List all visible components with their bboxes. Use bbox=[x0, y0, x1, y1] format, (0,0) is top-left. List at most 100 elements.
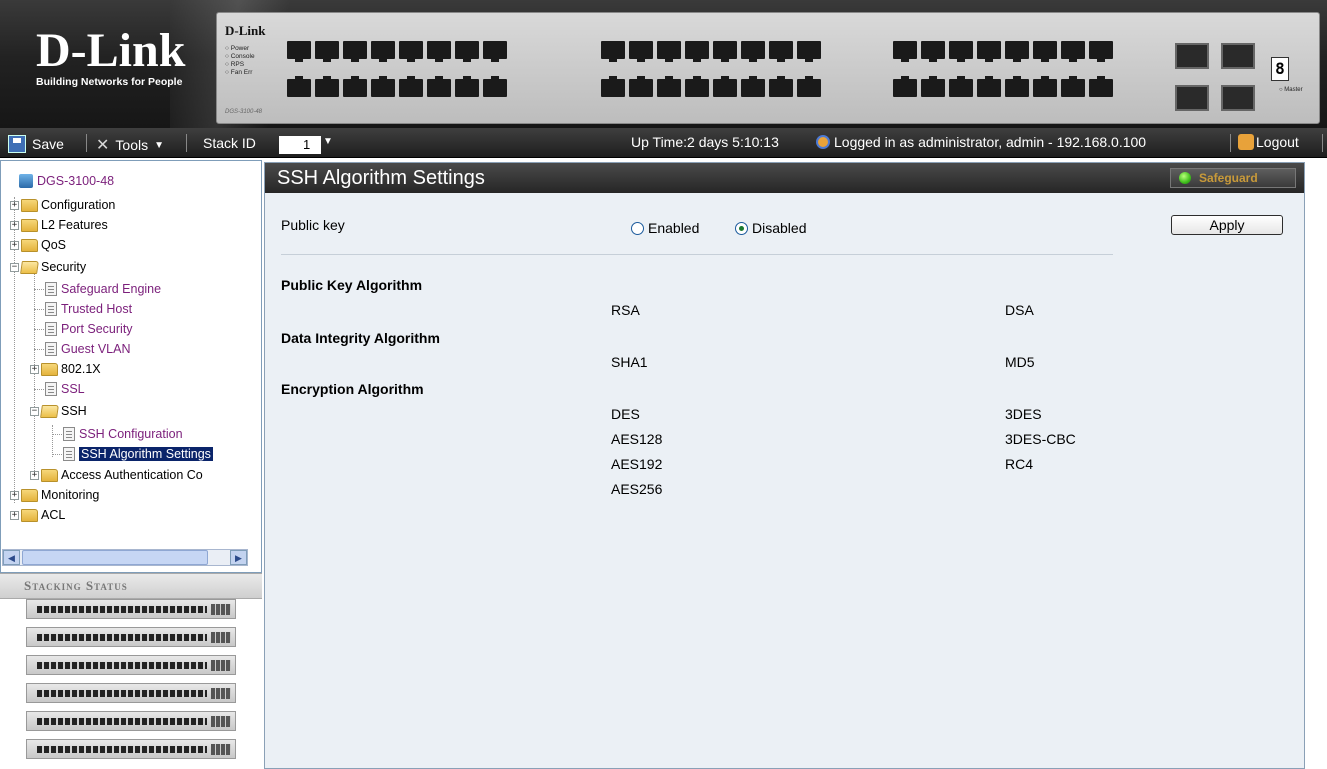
section-heading: Data Integrity Algorithm bbox=[281, 330, 440, 346]
stack-id-select[interactable]: 1 bbox=[279, 136, 321, 154]
tree-horizontal-scrollbar[interactable]: ◀ ▶ bbox=[2, 549, 248, 566]
logout-button[interactable]: Logout bbox=[1238, 134, 1299, 150]
divider bbox=[281, 254, 1113, 255]
folder-icon bbox=[21, 488, 38, 502]
tree-item-security[interactable]: − Security bbox=[10, 259, 86, 275]
tree-item-configuration[interactable]: + Configuration bbox=[10, 197, 115, 213]
page-title-bar: SSH Algorithm Settings Safeguard bbox=[265, 163, 1304, 193]
tree-item-ssh-configuration[interactable]: SSH Configuration bbox=[63, 426, 183, 442]
tree-item-ssh-algorithm-settings[interactable]: SSH Algorithm Settings bbox=[63, 446, 213, 462]
user-icon bbox=[816, 135, 830, 149]
tree-item-qos[interactable]: + QoS bbox=[10, 237, 66, 253]
led-rps: ○ RPS bbox=[225, 61, 245, 68]
algorithm-md5: MD5 bbox=[1005, 354, 1035, 370]
tree-item-port-security[interactable]: Port Security bbox=[45, 321, 133, 337]
open-folder-icon bbox=[40, 404, 59, 418]
login-info: Logged in as administrator, admin - 192.… bbox=[816, 134, 1146, 150]
tools-icon: ✕ bbox=[96, 137, 110, 154]
switch-front-panel: D-Link ○ Power ○ Console ○ RPS ○ Fan Err… bbox=[216, 12, 1320, 124]
scrollbar-thumb[interactable] bbox=[22, 550, 208, 565]
port-group-1 bbox=[287, 27, 507, 97]
radio-icon[interactable] bbox=[631, 222, 644, 235]
tree-item-access-authentication[interactable]: + Access Authentication Co bbox=[30, 467, 203, 483]
public-key-disabled-radio[interactable]: Disabled bbox=[735, 220, 806, 236]
scroll-right-icon[interactable]: ▶ bbox=[230, 550, 247, 565]
stack-unit[interactable] bbox=[26, 739, 236, 759]
page-icon bbox=[63, 447, 75, 461]
folder-icon bbox=[21, 238, 38, 252]
save-icon bbox=[8, 135, 26, 153]
algorithm-rc4: RC4 bbox=[1005, 456, 1034, 472]
sfp-port bbox=[1221, 43, 1255, 69]
uptime-text: Up Time:2 days 5:10:13 bbox=[631, 134, 779, 150]
tree-item-802-1x[interactable]: +802.1X bbox=[30, 361, 101, 377]
algorithm-dsa: DSA bbox=[1005, 302, 1034, 318]
folder-icon bbox=[21, 508, 38, 522]
tree-root[interactable]: DGS-3100-48 bbox=[19, 173, 114, 189]
page-icon bbox=[45, 282, 57, 296]
save-button[interactable]: Save bbox=[8, 135, 64, 153]
collapse-icon[interactable]: − bbox=[30, 406, 39, 416]
sfp-port bbox=[1221, 85, 1255, 111]
status-led-icon bbox=[1179, 172, 1191, 184]
switch-icon bbox=[19, 174, 33, 188]
expand-icon[interactable]: + bbox=[10, 220, 19, 230]
stack-unit[interactable] bbox=[26, 683, 236, 703]
section-heading: Encryption Algorithm bbox=[281, 381, 424, 397]
stacking-status-title: Stacking Status bbox=[0, 573, 262, 599]
tree-item-ssh[interactable]: − SSH bbox=[30, 403, 87, 419]
stacking-status-panel: Stacking Status bbox=[0, 573, 262, 769]
tree-item-monitoring[interactable]: + Monitoring bbox=[10, 487, 99, 503]
expand-icon[interactable]: + bbox=[10, 240, 19, 250]
section-heading: Public Key Algorithm bbox=[281, 277, 423, 293]
expand-icon[interactable]: + bbox=[30, 364, 39, 374]
stack-unit[interactable] bbox=[26, 599, 236, 619]
led-fan-err: ○ Fan Err bbox=[225, 69, 253, 76]
expand-icon[interactable]: + bbox=[10, 490, 19, 500]
stack-unit[interactable] bbox=[26, 627, 236, 647]
radio-selected-icon[interactable] bbox=[735, 222, 748, 235]
algorithm-des: DES bbox=[611, 406, 640, 422]
tree-item-safeguard-engine[interactable]: Safeguard Engine bbox=[45, 281, 161, 297]
tree-item-trusted-host[interactable]: Trusted Host bbox=[45, 301, 132, 317]
scroll-left-icon[interactable]: ◀ bbox=[3, 550, 20, 565]
stack-unit[interactable] bbox=[26, 711, 236, 731]
algorithm-3des: 3DES bbox=[1005, 406, 1042, 422]
expand-icon[interactable]: + bbox=[10, 200, 19, 210]
algorithm-aes128: AES128 bbox=[611, 431, 663, 447]
page-title: SSH Algorithm Settings bbox=[277, 167, 485, 189]
unit-id-display: 8 bbox=[1271, 57, 1289, 81]
led-console: ○ Console bbox=[225, 53, 255, 60]
algorithm-rsa: RSA bbox=[611, 302, 640, 318]
algorithm-aes256: AES256 bbox=[611, 481, 663, 497]
algorithm-aes192: AES192 bbox=[611, 456, 663, 472]
toolbar: Save ✕ Tools ▼ Stack ID 1 ▼ Up Time:2 da… bbox=[0, 128, 1327, 158]
master-led: ○ Master bbox=[1279, 87, 1303, 93]
folder-icon bbox=[41, 362, 58, 376]
panel-model-name: DGS-3100-48 bbox=[225, 109, 263, 115]
expand-icon[interactable]: + bbox=[10, 510, 19, 520]
folder-icon bbox=[41, 468, 58, 482]
open-folder-icon bbox=[20, 260, 39, 274]
safeguard-indicator: Safeguard bbox=[1170, 168, 1296, 188]
expand-icon[interactable]: + bbox=[30, 470, 39, 480]
port-group-3 bbox=[893, 27, 1113, 97]
collapse-icon[interactable]: − bbox=[10, 262, 19, 272]
chevron-down-icon[interactable]: ▼ bbox=[323, 136, 333, 147]
navigation-tree: DGS-3100-48 + Configuration + L2 Features … bbox=[0, 160, 262, 573]
public-key-label: Public key bbox=[281, 217, 345, 233]
brand-tagline: Building Networks for People bbox=[36, 76, 183, 88]
apply-button[interactable]: Apply bbox=[1171, 215, 1283, 235]
tools-menu-button[interactable]: ✕ Tools ▼ bbox=[96, 135, 164, 155]
tree-item-acl[interactable]: + ACL bbox=[10, 507, 65, 523]
tree-item-guest-vlan[interactable]: Guest VLAN bbox=[45, 341, 130, 357]
folder-icon bbox=[21, 198, 38, 212]
page-icon bbox=[45, 302, 57, 316]
public-key-enabled-radio[interactable]: Enabled bbox=[631, 220, 699, 236]
stack-id-label: Stack ID bbox=[203, 135, 256, 151]
tree-item-l2-features[interactable]: + L2 Features bbox=[10, 217, 108, 233]
stack-unit[interactable] bbox=[26, 655, 236, 675]
page-icon bbox=[45, 342, 57, 356]
chevron-down-icon: ▼ bbox=[154, 139, 164, 151]
tree-item-ssl[interactable]: SSL bbox=[45, 381, 85, 397]
